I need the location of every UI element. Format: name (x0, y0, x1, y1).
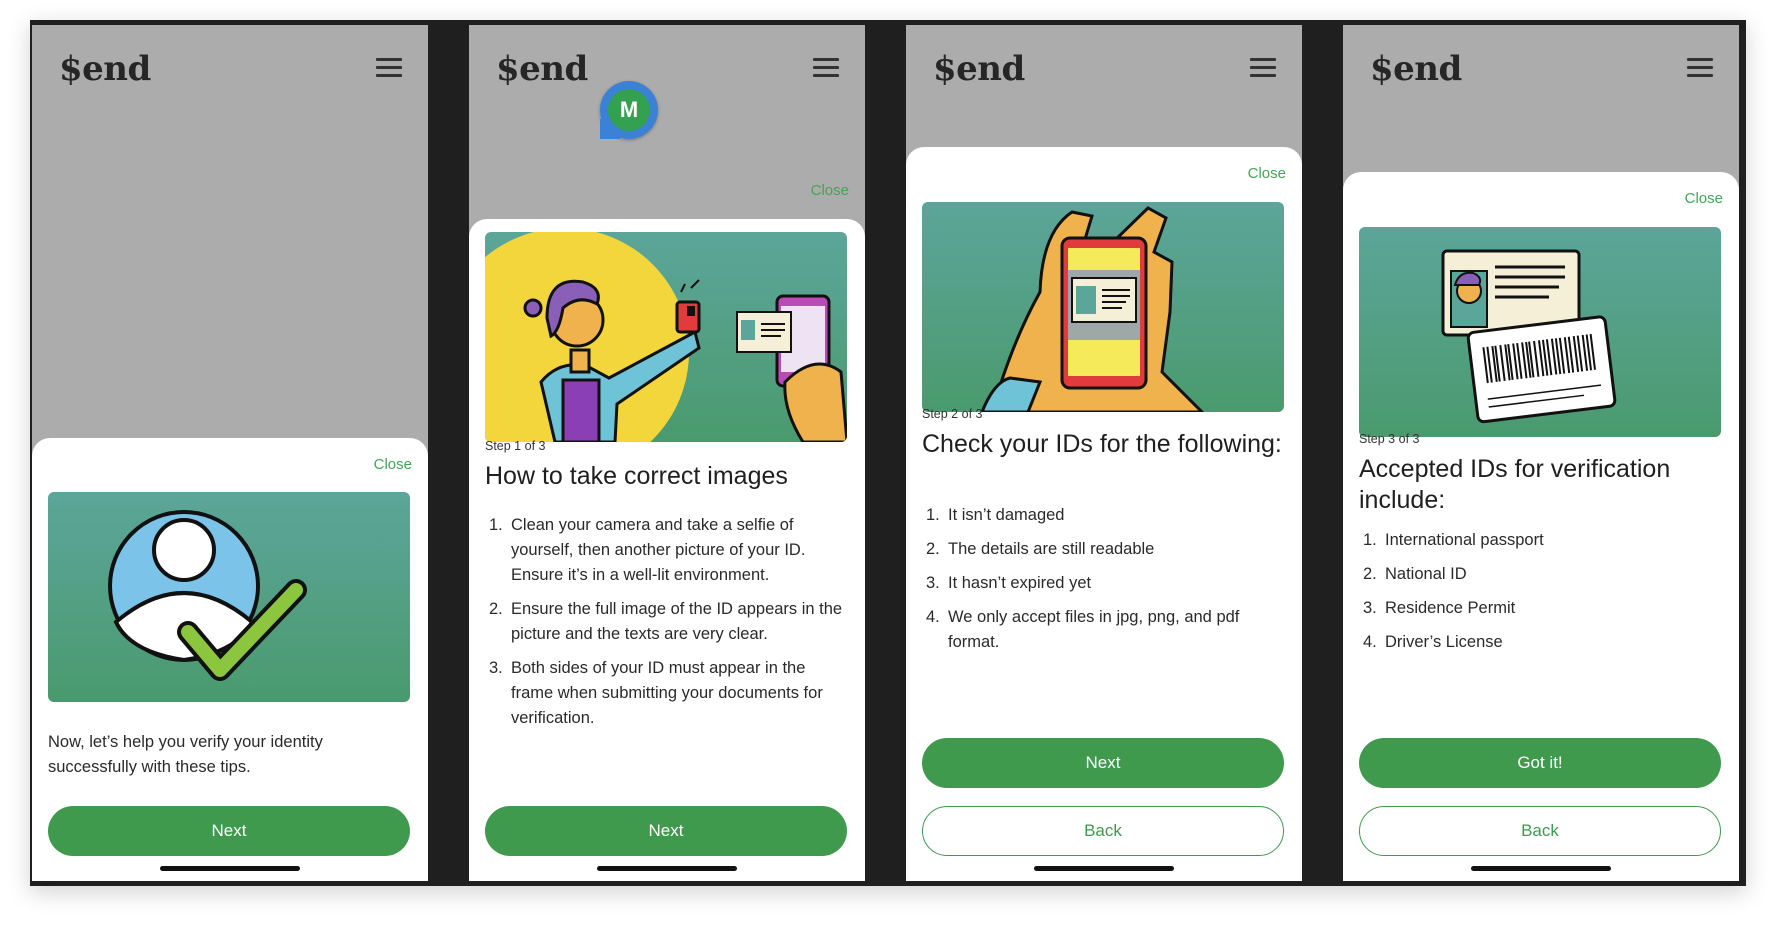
list-item: 4. Driver’s License (1363, 633, 1503, 651)
phone-screen-step-3: $end Close Step 3 of 3 Accepted IDs for … (1343, 25, 1739, 881)
home-indicator (1471, 866, 1611, 871)
close-link[interactable]: Close (374, 456, 412, 473)
home-indicator (1034, 866, 1174, 871)
send-logo: $end (496, 49, 588, 89)
screen-title: How to take correct images (485, 462, 788, 490)
checklist: 1. It isn’t damaged 2. The details are sti… (922, 503, 1284, 664)
list-item: 1. It isn’t damaged (926, 506, 1065, 524)
home-indicator (160, 866, 300, 871)
hamburger-menu-icon[interactable] (813, 58, 839, 78)
home-indicator (597, 866, 737, 871)
phone-screen-intro: $end Close Now, let’s help you verify yo… (32, 25, 428, 881)
send-logo: $end (1370, 49, 1462, 89)
id-cards-illustration (1359, 227, 1721, 437)
got-it-button[interactable]: Got it! (1359, 738, 1721, 788)
list-item: 2. National ID (1363, 565, 1467, 583)
bottom-sheet: Step 1 of 3 How to take correct images 1… (469, 219, 865, 881)
screen-title: Accepted IDs for verification include: (1359, 455, 1671, 514)
back-button[interactable]: Back (1359, 806, 1721, 856)
list-item: 4. We only accept files in jpg, png, and … (926, 608, 1240, 651)
next-button[interactable]: Next (922, 738, 1284, 788)
list-item: 1. Clean your camera and take a selfie of… (489, 516, 806, 584)
hamburger-menu-icon[interactable] (1687, 58, 1713, 78)
hamburger-menu-icon[interactable] (376, 58, 402, 78)
step-indicator: Step 2 of 3 (922, 407, 983, 421)
close-link[interactable]: Close (1248, 165, 1286, 182)
verified-user-illustration (48, 492, 410, 702)
list-item: 3. Residence Permit (1363, 599, 1516, 617)
list-item: 2. Ensure the full image of the ID appear… (489, 600, 843, 643)
next-button[interactable]: Next (485, 806, 847, 856)
hamburger-menu-icon[interactable] (1250, 58, 1276, 78)
close-link[interactable]: Close (811, 182, 849, 199)
accepted-ids-list: 1. International passport 2. National ID 3… (1359, 528, 1721, 664)
selfie-illustration (485, 232, 847, 442)
send-logo: $end (59, 49, 151, 89)
list-item: 3. Both sides of your ID must appear in t… (489, 659, 823, 727)
list-item: 2. The details are still readable (926, 540, 1155, 558)
send-logo: $end (933, 49, 1025, 89)
phone-id-illustration (922, 202, 1284, 412)
bottom-sheet: Close Step 3 of 3 Accepted IDs for verif… (1343, 172, 1739, 881)
screens-frame: $end Close Now, let’s help you verify yo… (30, 20, 1746, 886)
bottom-sheet: Close Now, let’s help you verify your id… (32, 438, 428, 881)
list-item: 3. It hasn’t expired yet (926, 574, 1092, 592)
back-button[interactable]: Back (922, 806, 1284, 856)
phone-screen-step-2: $end Close Step 2 of 3 Check your IDs fo… (906, 25, 1302, 881)
list-item: 1. International passport (1363, 531, 1544, 549)
step-indicator: Step 1 of 3 (485, 439, 546, 453)
screen-title: Check your IDs for the following: (922, 430, 1282, 458)
user-avatar[interactable]: M (600, 81, 658, 139)
intro-text: Now, let’s help you verify your identity… (48, 733, 323, 776)
close-link[interactable]: Close (1685, 190, 1723, 207)
next-button[interactable]: Next (48, 806, 410, 856)
step-indicator: Step 3 of 3 (1359, 432, 1420, 446)
phone-screen-step-1: $end M Close Step 1 of 3 How to take cor… (469, 25, 865, 881)
bottom-sheet: Close Step 2 of 3 Check your IDs for the… (906, 147, 1302, 881)
avatar-initial: M (608, 89, 650, 131)
tips-list: 1. Clean your camera and take a selfie of… (485, 513, 847, 740)
